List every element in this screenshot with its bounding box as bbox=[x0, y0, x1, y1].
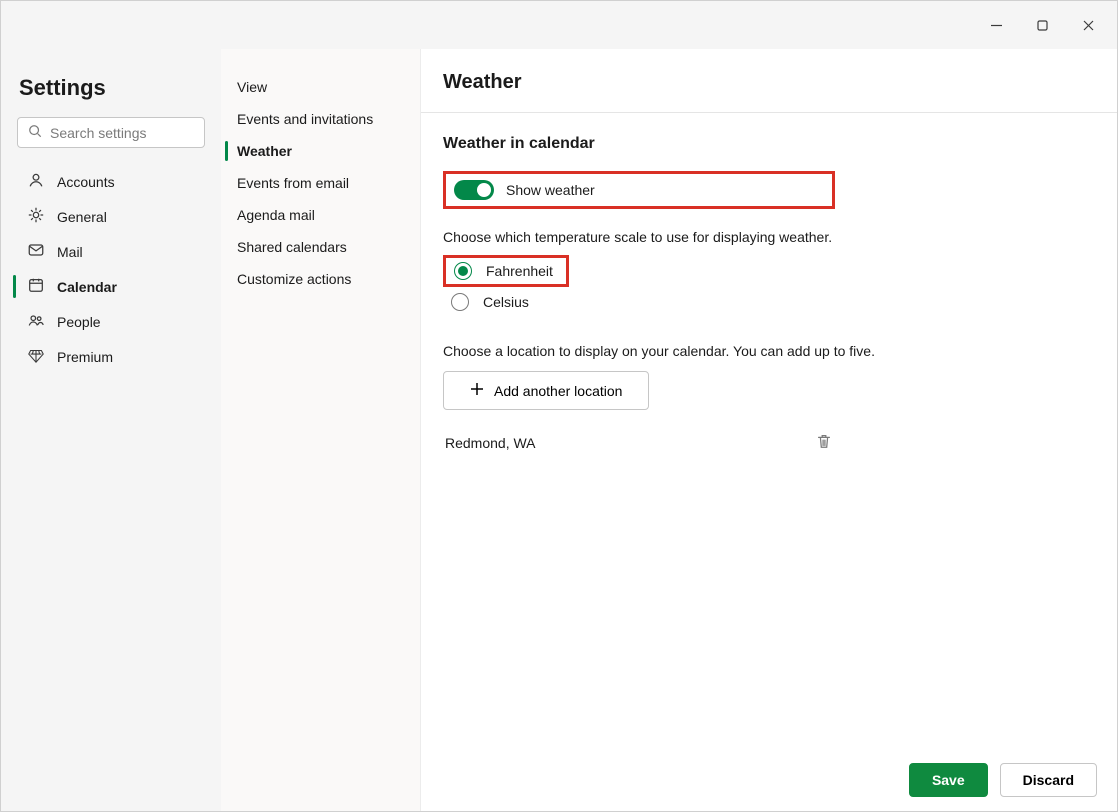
search-icon bbox=[28, 124, 42, 141]
subnav-item-customize-actions[interactable]: Customize actions bbox=[221, 263, 420, 295]
settings-title: Settings bbox=[19, 75, 203, 101]
radio-fahrenheit[interactable]: Fahrenheit bbox=[443, 255, 569, 287]
window-minimize-button[interactable] bbox=[973, 9, 1019, 41]
save-button[interactable]: Save bbox=[909, 763, 988, 797]
window-titlebar bbox=[1, 1, 1117, 49]
radio-celsius[interactable]: Celsius bbox=[443, 289, 1095, 315]
subnav-item-events-from-email[interactable]: Events from email bbox=[221, 167, 420, 199]
show-weather-toggle[interactable] bbox=[454, 180, 494, 200]
sidebar-item-label: Accounts bbox=[57, 174, 115, 190]
page-title: Weather bbox=[443, 71, 1095, 94]
gear-icon bbox=[27, 206, 45, 227]
show-weather-row: Show weather bbox=[443, 171, 835, 209]
diamond-icon bbox=[27, 346, 45, 367]
subnav-item-weather[interactable]: Weather bbox=[221, 135, 420, 167]
footer-actions: Save Discard bbox=[909, 763, 1097, 797]
temperature-scale-help: Choose which temperature scale to use fo… bbox=[443, 229, 1095, 245]
section-title: Weather in calendar bbox=[443, 135, 1095, 153]
sidebar-item-calendar[interactable]: Calendar bbox=[13, 269, 209, 304]
window-maximize-button[interactable] bbox=[1019, 9, 1065, 41]
add-location-label: Add another location bbox=[494, 383, 622, 399]
sidebar-item-label: Mail bbox=[57, 244, 83, 260]
sidebar-item-label: People bbox=[57, 314, 101, 330]
calendar-subnav: View Events and invitations Weather Even… bbox=[221, 49, 421, 811]
settings-sidebar: Settings Accounts General bbox=[1, 49, 221, 811]
window-close-button[interactable] bbox=[1065, 9, 1111, 41]
subnav-item-agenda-mail[interactable]: Agenda mail bbox=[221, 199, 420, 231]
radio-label: Celsius bbox=[483, 294, 529, 310]
content-header: Weather bbox=[421, 49, 1117, 113]
add-location-button[interactable]: Add another location bbox=[443, 371, 649, 410]
sidebar-item-mail[interactable]: Mail bbox=[13, 234, 209, 269]
sidebar-item-label: Calendar bbox=[57, 279, 117, 295]
search-settings-field[interactable] bbox=[17, 117, 205, 148]
show-weather-label: Show weather bbox=[506, 182, 595, 198]
radio-icon bbox=[454, 262, 472, 280]
person-icon bbox=[27, 171, 45, 192]
delete-location-button[interactable] bbox=[815, 432, 833, 453]
discard-button[interactable]: Discard bbox=[1000, 763, 1097, 797]
toggle-knob bbox=[477, 183, 491, 197]
radio-label: Fahrenheit bbox=[486, 263, 553, 279]
subnav-item-view[interactable]: View bbox=[221, 71, 420, 103]
sidebar-item-label: Premium bbox=[57, 349, 113, 365]
subnav-item-events-invitations[interactable]: Events and invitations bbox=[221, 103, 420, 135]
location-help: Choose a location to display on your cal… bbox=[443, 343, 1095, 359]
sidebar-item-general[interactable]: General bbox=[13, 199, 209, 234]
subnav-item-shared-calendars[interactable]: Shared calendars bbox=[221, 231, 420, 263]
content-pane: Weather Weather in calendar Show weather… bbox=[421, 49, 1117, 811]
people-icon bbox=[27, 311, 45, 332]
location-name: Redmond, WA bbox=[445, 435, 536, 451]
sidebar-item-people[interactable]: People bbox=[13, 304, 209, 339]
sidebar-item-label: General bbox=[57, 209, 107, 225]
mail-icon bbox=[27, 241, 45, 262]
search-settings-input[interactable] bbox=[50, 125, 194, 141]
sidebar-item-accounts[interactable]: Accounts bbox=[13, 164, 209, 199]
calendar-icon bbox=[27, 276, 45, 297]
location-row: Redmond, WA bbox=[443, 424, 835, 461]
trash-icon bbox=[815, 437, 833, 453]
sidebar-item-premium[interactable]: Premium bbox=[13, 339, 209, 374]
plus-icon bbox=[470, 382, 484, 399]
radio-icon bbox=[451, 293, 469, 311]
